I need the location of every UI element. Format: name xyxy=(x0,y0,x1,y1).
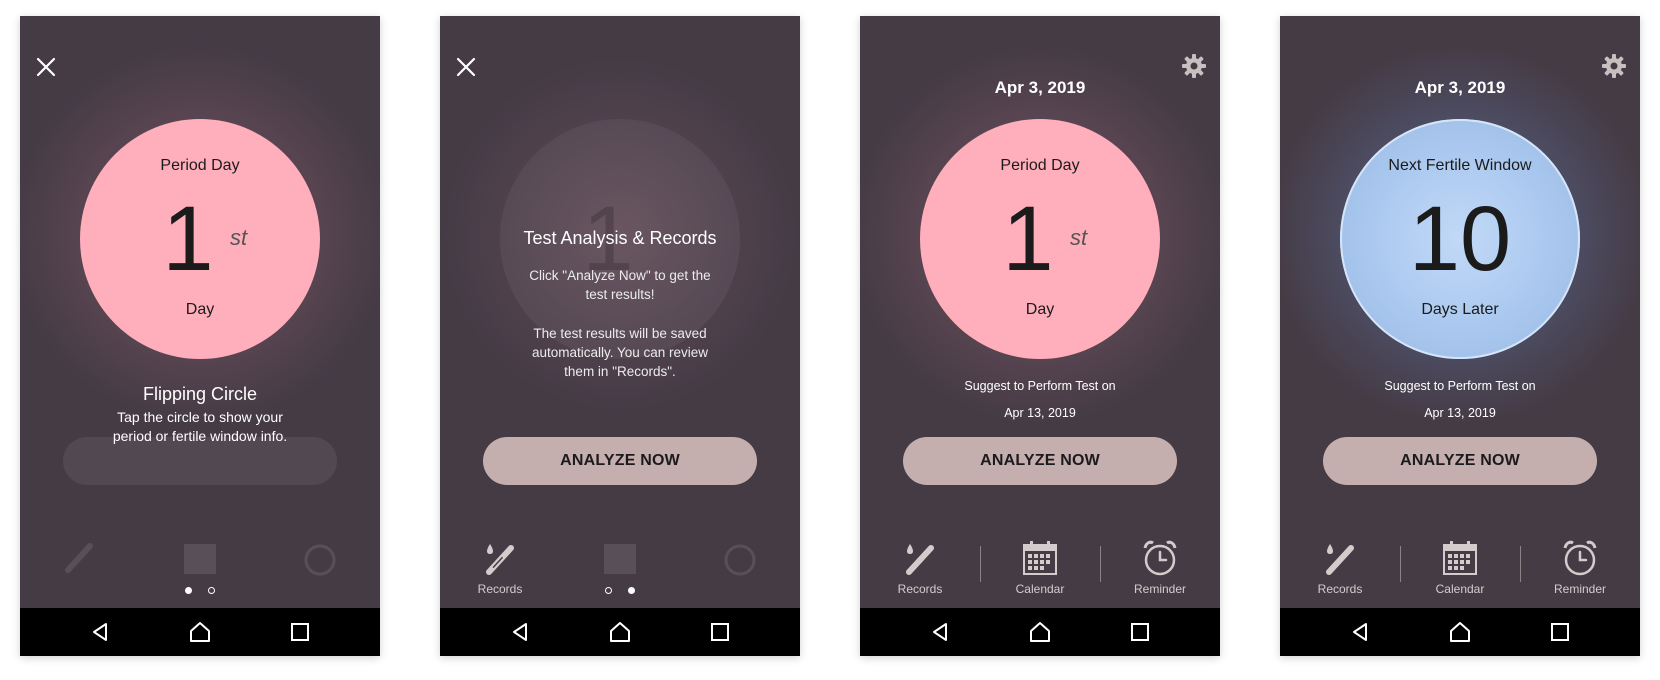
circle-days-number: 10 xyxy=(1408,188,1512,290)
suggest-test-date: Apr 13, 2019 xyxy=(1004,406,1076,420)
calendar-icon xyxy=(1023,541,1057,575)
overlay-title: Test Analysis & Records xyxy=(523,228,717,248)
circle-top-label: Period Day xyxy=(160,157,240,174)
analyze-button-dimmed xyxy=(63,437,337,485)
screen-home-period-day: Apr 3, 2019 Period Day 1 st Day Suggest … xyxy=(860,16,1220,656)
bottom-tab-bar: Records Calendar Reminder xyxy=(860,536,1220,600)
test-strip-icon xyxy=(486,544,514,575)
recent-apps-icon[interactable] xyxy=(708,620,732,644)
circle-top-label: Period Day xyxy=(1000,157,1080,174)
circle-bottom-label: Day xyxy=(185,301,215,318)
overlay-line-3: The test results will be saved xyxy=(533,326,707,341)
period-circle[interactable]: Period Day 1 st Day xyxy=(80,119,320,359)
circle-bottom-label: Day xyxy=(1025,301,1055,318)
analyze-now-button[interactable]: ANALYZE NOW xyxy=(483,437,757,485)
tab-records[interactable]: Records xyxy=(860,536,980,600)
bottom-tab-bar: Records Calendar Reminder xyxy=(1280,536,1640,600)
pager-dot xyxy=(208,587,216,594)
android-nav-bar xyxy=(440,608,800,656)
suggest-test-date: Apr 13, 2019 xyxy=(1424,406,1496,420)
overlay-text-2: The test results will be saved automatic… xyxy=(510,324,730,381)
circle-day-suffix: st xyxy=(1070,225,1088,250)
overlay-line-5: them in "Records". xyxy=(564,364,676,379)
test-strip-icon xyxy=(906,544,934,575)
tab-records-label: Records xyxy=(897,582,943,596)
analyze-now-button[interactable]: ANALYZE NOW xyxy=(903,437,1177,485)
pager-dots xyxy=(20,581,380,599)
alarm-clock-icon xyxy=(304,544,336,576)
pager-dot xyxy=(604,587,612,594)
tab-reminder[interactable]: Reminder xyxy=(1520,536,1640,600)
circle-day-number: 1 xyxy=(162,188,214,290)
test-strip-icon xyxy=(65,543,93,573)
android-nav-bar xyxy=(1280,608,1640,656)
tab-calendar[interactable]: Calendar xyxy=(980,536,1100,600)
recent-apps-icon[interactable] xyxy=(288,620,312,644)
screen-onboarding-test-analysis: 1 Test Analysis & Records Click "Analyze… xyxy=(440,16,800,656)
circle-bottom-label: Days Later xyxy=(1421,301,1499,318)
close-icon[interactable] xyxy=(453,54,479,80)
calendar-icon xyxy=(184,544,216,574)
android-nav-bar xyxy=(20,608,380,656)
pager-dots xyxy=(440,581,800,599)
back-triangle-icon[interactable] xyxy=(1348,620,1372,644)
home-icon[interactable] xyxy=(1028,620,1052,644)
back-triangle-icon[interactable] xyxy=(508,620,532,644)
suggest-test-label: Suggest to Perform Test on xyxy=(1384,379,1536,393)
gear-icon[interactable] xyxy=(1600,52,1628,80)
tab-reminder-label: Reminder xyxy=(1133,582,1187,596)
tab-calendar-label: Calendar xyxy=(1015,582,1065,596)
current-date: Apr 3, 2019 xyxy=(1414,78,1506,97)
tab-records[interactable]: Records xyxy=(1280,536,1400,600)
tab-calendar[interactable]: Calendar xyxy=(1400,536,1520,600)
back-triangle-icon[interactable] xyxy=(928,620,952,644)
circle-day-number: 1 xyxy=(1002,188,1054,290)
tab-calendar-label: Calendar xyxy=(1435,582,1485,596)
alarm-clock-icon xyxy=(724,544,756,576)
screen-home-fertile-window: Apr 3, 2019 Next Fertile Window 10 Days … xyxy=(1280,16,1640,656)
tip-title: Flipping Circle xyxy=(142,384,258,404)
circle-day-suffix: st xyxy=(230,225,248,250)
period-circle[interactable]: Period Day 1 st Day xyxy=(920,119,1160,359)
tab-reminder[interactable]: Reminder xyxy=(1100,536,1220,600)
recent-apps-icon[interactable] xyxy=(1548,620,1572,644)
current-date: Apr 3, 2019 xyxy=(994,78,1086,97)
circle-top-label: Next Fertile Window xyxy=(1388,157,1532,174)
home-icon[interactable] xyxy=(608,620,632,644)
tip-text-line-1: Tap the circle to show your xyxy=(117,409,283,425)
overlay-line-1: Click "Analyze Now" to get the xyxy=(529,268,711,283)
recent-apps-icon[interactable] xyxy=(1128,620,1152,644)
back-triangle-icon[interactable] xyxy=(88,620,112,644)
gear-icon[interactable] xyxy=(1180,52,1208,80)
pager-dot-active xyxy=(628,587,636,594)
calendar-icon xyxy=(604,544,636,574)
analyze-now-button[interactable]: ANALYZE NOW xyxy=(1323,437,1597,485)
tab-reminder-label: Reminder xyxy=(1553,582,1607,596)
overlay-line-2: test results! xyxy=(585,287,655,302)
calendar-icon xyxy=(1443,541,1477,575)
test-strip-icon xyxy=(1326,544,1354,575)
suggest-test-label: Suggest to Perform Test on xyxy=(964,379,1116,393)
overlay-line-4: automatically. You can review xyxy=(531,345,709,360)
fertile-window-circle[interactable]: Next Fertile Window 10 Days Later xyxy=(1340,119,1580,359)
close-icon[interactable] xyxy=(33,54,59,80)
screen-onboarding-flipping-circle: Period Day 1 st Day Flipping Circle Tap … xyxy=(20,16,380,656)
pager-dot-active xyxy=(184,587,192,594)
android-nav-bar xyxy=(860,608,1220,656)
home-icon[interactable] xyxy=(1448,620,1472,644)
alarm-clock-icon xyxy=(1563,540,1597,576)
home-icon[interactable] xyxy=(188,620,212,644)
tab-records-label: Records xyxy=(1317,582,1363,596)
overlay-text-1: Click "Analyze Now" to get the test resu… xyxy=(510,266,730,304)
alarm-clock-icon xyxy=(1143,540,1177,576)
